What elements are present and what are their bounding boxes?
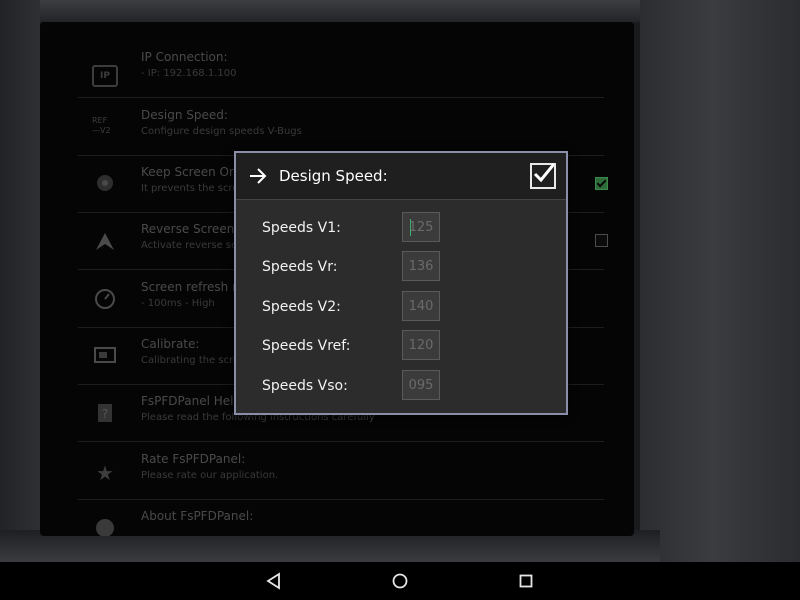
setting-about[interactable]: About FsPFDPanel: bbox=[78, 499, 604, 536]
setting-design-speed[interactable]: REF —V2 Design Speed: Configure design sp… bbox=[78, 98, 604, 156]
setting-subtitle: - 100ms - High bbox=[141, 298, 215, 309]
speed-row-v2: Speeds V2: bbox=[236, 289, 566, 325]
setting-title: Reverse Screen: bbox=[141, 222, 239, 236]
speed-label: Speeds Vr: bbox=[262, 259, 338, 275]
svg-text:?: ? bbox=[102, 407, 108, 421]
device-bezel-right bbox=[640, 0, 800, 562]
speed-vso-input[interactable] bbox=[402, 370, 440, 400]
setting-subtitle: Calibrating the scre bbox=[141, 355, 240, 366]
home-icon[interactable] bbox=[390, 571, 410, 591]
navigation-bar bbox=[0, 562, 800, 600]
speed-v2-input[interactable] bbox=[402, 291, 440, 321]
screen-icon bbox=[92, 173, 118, 199]
speed-row-vr: Speeds Vr: bbox=[236, 249, 566, 285]
speed-label: Speeds V2: bbox=[262, 299, 341, 315]
speed-vr-input[interactable] bbox=[402, 251, 440, 281]
speed-label: Speeds V1: bbox=[262, 220, 341, 236]
setting-ip-connection[interactable]: IP IP Connection: - IP: 192.168.1.100 bbox=[78, 40, 604, 98]
setting-title: Calibrate: bbox=[141, 337, 200, 351]
setting-title: Keep Screen On: bbox=[141, 165, 241, 179]
attitude-icon bbox=[92, 230, 118, 256]
device-bezel-left bbox=[0, 0, 40, 562]
dialog-header: Design Speed: bbox=[236, 153, 566, 200]
checkmark-icon bbox=[533, 163, 554, 183]
gauge-icon bbox=[92, 288, 118, 314]
star-icon: ★ bbox=[96, 461, 114, 485]
design-speed-dialog: Design Speed: Speeds V1: Speeds Vr: Spee… bbox=[234, 151, 568, 415]
speed-row-vso: Speeds Vso: bbox=[236, 368, 566, 404]
speed-row-vref: Speeds Vref: bbox=[236, 328, 566, 364]
calibrate-icon bbox=[92, 345, 118, 371]
speed-row-v1: Speeds V1: bbox=[236, 210, 566, 246]
setting-title: Rate FsPFDPanel: bbox=[141, 452, 246, 466]
setting-subtitle: Configure design speeds V-Bugs bbox=[141, 126, 302, 137]
ip-icon: IP bbox=[92, 58, 118, 87]
setting-title: FsPFDPanel Hel bbox=[141, 394, 234, 408]
help-icon: ? bbox=[92, 402, 118, 428]
device-bezel-top bbox=[0, 0, 660, 22]
recents-icon[interactable] bbox=[516, 571, 536, 591]
setting-title: About FsPFDPanel: bbox=[141, 509, 254, 523]
reverse-screen-checkbox[interactable] bbox=[595, 234, 608, 247]
speed-label: Speeds Vref: bbox=[262, 338, 351, 354]
setting-subtitle: It prevents the scre bbox=[141, 183, 239, 194]
setting-title: Design Speed: bbox=[141, 108, 228, 122]
ref-v2-icon: REF —V2 bbox=[92, 116, 111, 135]
info-icon bbox=[92, 517, 118, 536]
back-icon[interactable] bbox=[264, 571, 284, 591]
dialog-title: Design Speed: bbox=[279, 167, 388, 185]
setting-title: Screen refresh ra bbox=[141, 280, 245, 294]
setting-subtitle: Please rate our application. bbox=[141, 470, 279, 481]
setting-subtitle: Activate reverse sc bbox=[141, 240, 237, 251]
speed-vref-input[interactable] bbox=[402, 330, 440, 360]
confirm-button[interactable] bbox=[530, 163, 556, 189]
arrow-right-icon bbox=[250, 168, 267, 184]
speed-v1-input[interactable] bbox=[402, 212, 440, 242]
setting-rate[interactable]: ★ Rate FsPFDPanel: Please rate our appli… bbox=[78, 442, 604, 500]
text-cursor bbox=[410, 219, 411, 236]
setting-title: IP Connection: bbox=[141, 50, 228, 64]
keep-screen-on-checkbox[interactable] bbox=[595, 177, 608, 190]
speed-label: Speeds Vso: bbox=[262, 378, 348, 394]
setting-subtitle: - IP: 192.168.1.100 bbox=[141, 68, 237, 79]
